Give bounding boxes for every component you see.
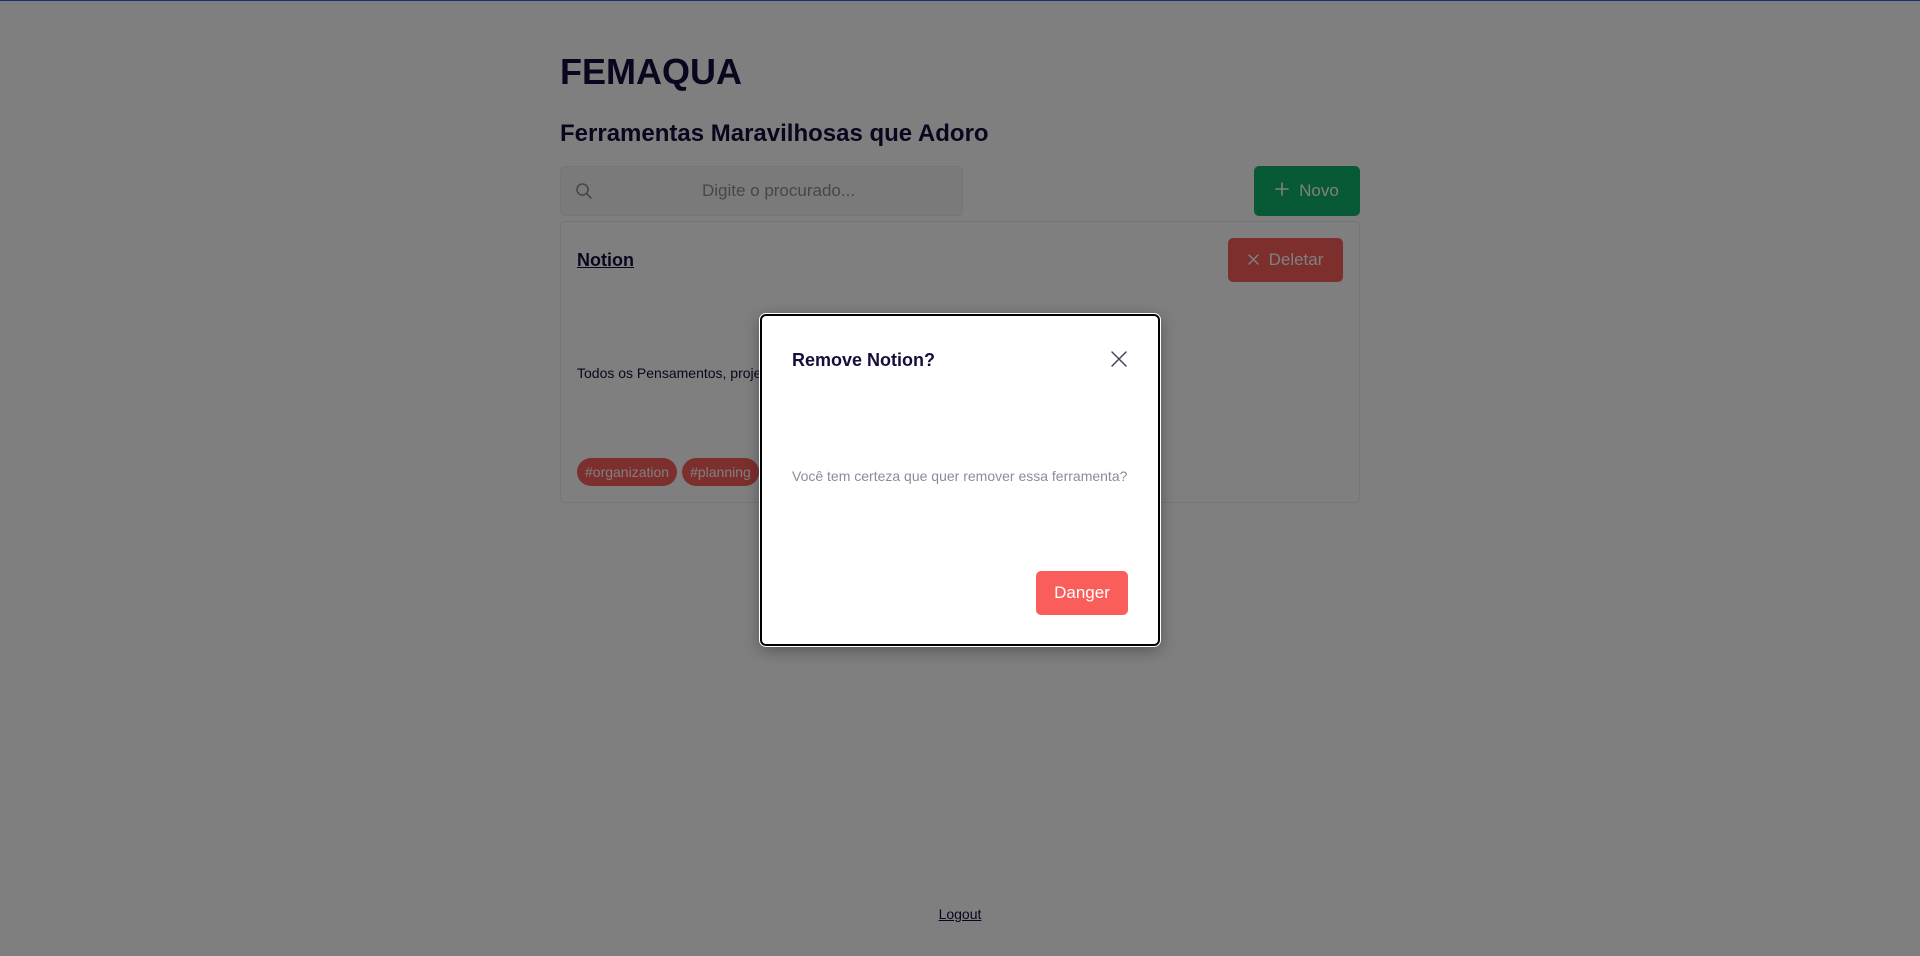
close-modal-button[interactable] bbox=[1108, 348, 1130, 370]
modal-title: Remove Notion? bbox=[792, 350, 936, 370]
confirm-danger-button[interactable]: Danger bbox=[1036, 571, 1128, 615]
close-icon bbox=[1108, 351, 1130, 373]
modal-message: Você tem certeza que quer remover essa f… bbox=[792, 468, 1128, 484]
confirm-remove-modal: Remove Notion? Você tem certeza que quer… bbox=[760, 314, 1160, 646]
